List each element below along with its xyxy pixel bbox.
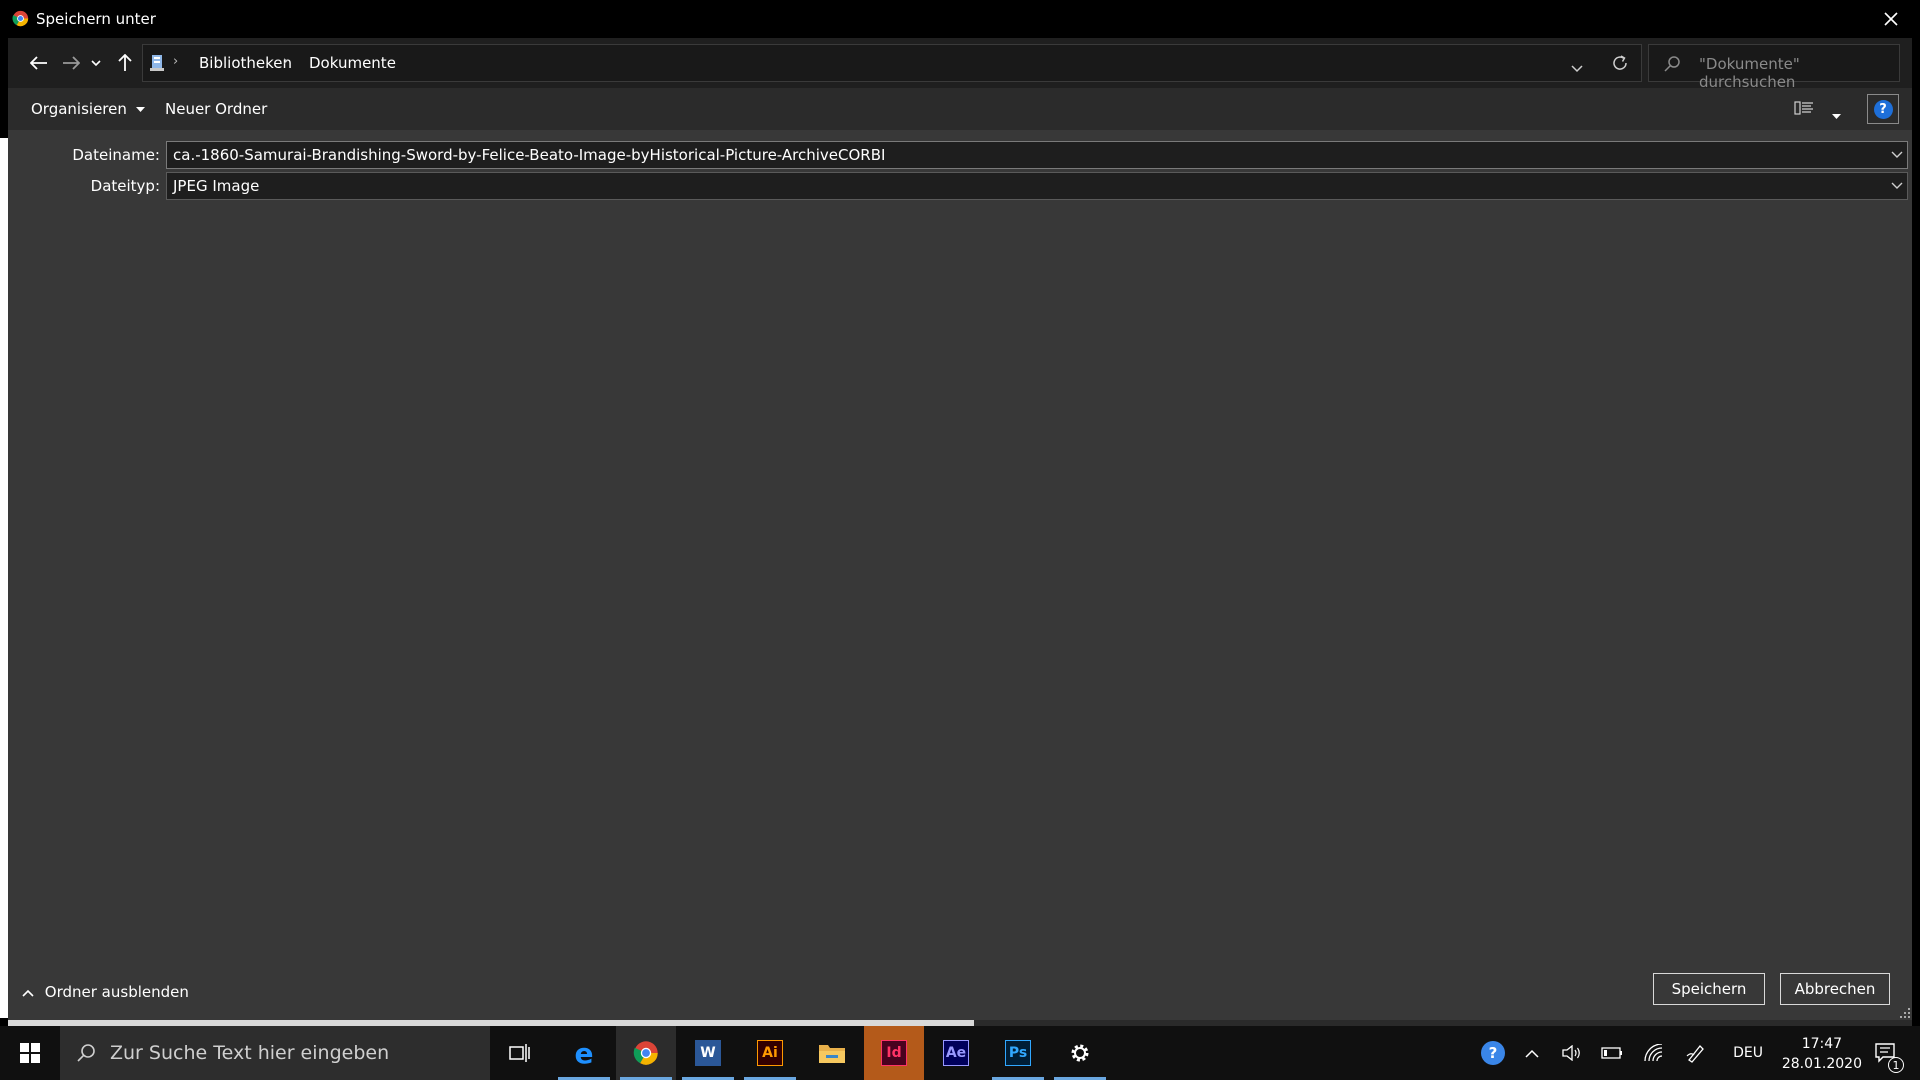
volume-button[interactable] [1558, 1026, 1586, 1080]
save-as-window: Speichern unter › Bibliotheken › Dokumen… [0, 0, 1920, 1026]
organize-label: Organisieren [31, 100, 127, 118]
folder-icon [819, 1045, 845, 1063]
taskbar-app-word[interactable]: W [678, 1026, 738, 1080]
edge-icon: e [574, 1036, 594, 1070]
help-icon: ? [1873, 99, 1893, 119]
save-button[interactable]: Speichern [1653, 973, 1765, 1005]
network-button[interactable] [1640, 1026, 1668, 1080]
help-icon: ? [1481, 1041, 1505, 1065]
battery-button[interactable] [1598, 1026, 1626, 1080]
chevron-down-icon [1891, 182, 1903, 189]
hide-folders-label: Ordner ausblenden [44, 983, 189, 1001]
taskbar-app-after-effects[interactable]: Ae [926, 1026, 986, 1080]
taskbar-app-chrome[interactable] [616, 1026, 676, 1080]
close-button[interactable] [1878, 6, 1904, 32]
search-icon [1664, 56, 1680, 72]
photoshop-icon: Ps [1005, 1040, 1031, 1066]
tray-help-button[interactable]: ? [1476, 1026, 1510, 1080]
breadcrumb-separator-icon: › [173, 54, 179, 69]
command-bar: Organisieren Neuer Ordner ? [8, 88, 1912, 130]
arrow-up-icon [118, 54, 132, 71]
task-view-button[interactable] [490, 1026, 550, 1080]
chevron-down-icon [1571, 65, 1583, 73]
dialog-body: › Bibliotheken › Dokumente "Dokumente" d… [8, 38, 1912, 1026]
taskbar-app-photoshop[interactable]: Ps [988, 1026, 1048, 1080]
chevron-up-icon [1525, 1049, 1539, 1058]
view-dropdown-button[interactable] [1832, 105, 1841, 124]
taskbar-search-placeholder: Zur Suche Text hier eingeben [110, 1042, 390, 1064]
up-button[interactable] [112, 50, 138, 76]
details-view-icon [1794, 101, 1813, 115]
filetype-select[interactable]: JPEG Image [166, 172, 1908, 200]
breadcrumb-bibliotheken[interactable]: Bibliotheken [199, 54, 292, 72]
address-bar[interactable]: › Bibliotheken › Dokumente [142, 44, 1642, 82]
arrow-right-icon [63, 56, 80, 70]
address-dropdown-button[interactable] [1571, 58, 1583, 77]
search-placeholder: "Dokumente" durchsuchen [1699, 55, 1800, 91]
chrome-icon [12, 10, 29, 27]
search-input[interactable]: "Dokumente" durchsuchen [1648, 44, 1900, 91]
window-edge [0, 38, 8, 1026]
notification-count-badge: 1 [1888, 1057, 1904, 1073]
taskbar-app-settings[interactable] [1050, 1026, 1110, 1080]
chevron-down-icon[interactable] [1891, 151, 1903, 159]
filename-value: ca.-1860-Samurai-Brandishing-Sword-by-Fe… [173, 146, 886, 164]
search-icon [77, 1044, 95, 1062]
caret-down-icon [1832, 114, 1841, 119]
wifi-icon [1644, 1044, 1663, 1062]
clock[interactable]: 17:47 28.01.2020 [1782, 1034, 1862, 1074]
chevron-down-icon [91, 59, 101, 66]
indesign-icon: Id [881, 1040, 907, 1066]
action-center-button[interactable]: 1 [1866, 1026, 1906, 1080]
organize-button[interactable]: Organisieren [31, 100, 145, 118]
library-icon [150, 55, 164, 71]
caret-down-icon [135, 106, 145, 112]
navigation-bar: › Bibliotheken › Dokumente "Dokumente" d… [8, 38, 1912, 91]
forward-button[interactable] [58, 50, 84, 76]
title-bar: Speichern unter [0, 0, 1920, 38]
clock-date: 28.01.2020 [1781, 1056, 1862, 1072]
after-effects-icon: Ae [943, 1040, 969, 1066]
chevron-up-icon [22, 989, 34, 997]
cancel-button[interactable]: Abbrechen [1780, 973, 1890, 1005]
speaker-icon [1562, 1045, 1580, 1061]
filetype-value: JPEG Image [173, 177, 260, 195]
recent-locations-button[interactable] [88, 50, 104, 76]
show-hidden-icons-button[interactable] [1518, 1026, 1546, 1080]
input-language-button[interactable]: DEU [1726, 1026, 1770, 1080]
task-view-icon [509, 1044, 530, 1062]
resize-grip-icon[interactable] [1900, 1008, 1910, 1018]
taskbar-app-illustrator[interactable]: Ai [740, 1026, 800, 1080]
pen-workspace-button[interactable] [1682, 1026, 1710, 1080]
illustrator-icon: Ai [757, 1040, 783, 1066]
filename-label: Dateiname: [72, 146, 160, 164]
breadcrumb-dokumente[interactable]: Dokumente [309, 54, 396, 72]
filetype-label: Dateityp: [90, 177, 160, 195]
windows-logo-icon [20, 1043, 40, 1063]
breadcrumb-separator-icon: › [283, 54, 289, 69]
filename-field[interactable]: ca.-1860-Samurai-Brandishing-Sword-by-Fe… [166, 141, 1908, 169]
hide-folders-button[interactable]: Ordner ausblenden [22, 983, 189, 1001]
chrome-icon [633, 1041, 658, 1065]
refresh-button[interactable] [1611, 54, 1629, 76]
taskbar: Zur Suche Text hier eingeben e W Ai Id A… [0, 1026, 1920, 1080]
taskbar-app-edge[interactable]: e [554, 1026, 614, 1080]
taskbar-app-file-explorer[interactable] [802, 1026, 862, 1080]
window-title: Speichern unter [36, 10, 156, 28]
help-button[interactable]: ? [1867, 94, 1899, 124]
battery-icon [1601, 1047, 1622, 1059]
word-icon: W [695, 1040, 721, 1066]
start-button[interactable] [0, 1026, 60, 1080]
close-icon [1884, 12, 1898, 26]
back-button[interactable] [26, 50, 52, 76]
new-folder-button[interactable]: Neuer Ordner [165, 100, 267, 118]
clock-time: 17:47 [1801, 1036, 1843, 1052]
refresh-icon [1613, 55, 1627, 70]
gear-icon [1071, 1044, 1089, 1062]
arrow-left-icon [30, 56, 47, 70]
taskbar-app-indesign[interactable]: Id [864, 1026, 924, 1080]
view-options-button[interactable] [1794, 100, 1814, 120]
pen-icon [1686, 1045, 1704, 1063]
taskbar-search-input[interactable]: Zur Suche Text hier eingeben [60, 1026, 490, 1080]
